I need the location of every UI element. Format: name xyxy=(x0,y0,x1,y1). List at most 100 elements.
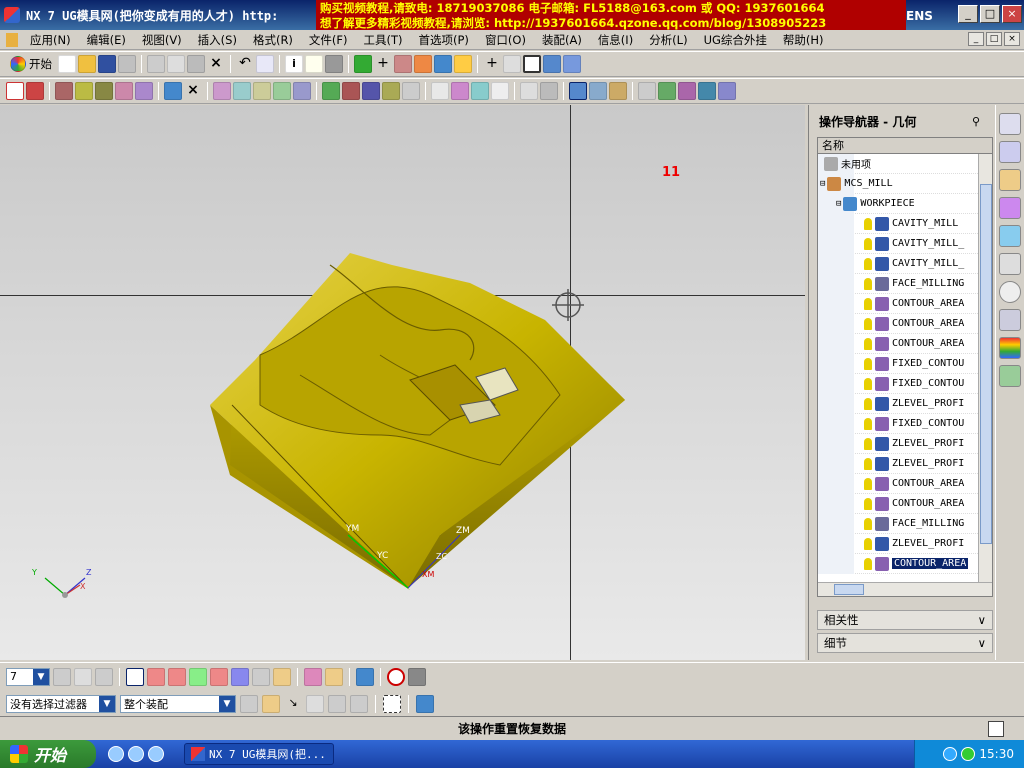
doc-minimize-button[interactable]: _ xyxy=(968,32,984,46)
menu-file[interactable]: 文件(F) xyxy=(301,32,356,48)
sphere-icon[interactable] xyxy=(434,55,452,73)
cylinder-icon[interactable] xyxy=(563,55,581,73)
tree-row[interactable]: ZLEVEL_PROFI xyxy=(818,454,992,474)
block-icon[interactable] xyxy=(543,55,561,73)
menu-assembly[interactable]: 装配(A) xyxy=(534,32,590,48)
rotate-view-icon[interactable] xyxy=(74,667,92,686)
accordion-dependencies[interactable]: 相关性 ∨ xyxy=(817,610,993,630)
tree-row[interactable]: CAVITY_MILL_ xyxy=(818,234,992,254)
menu-analysis[interactable]: 分析(L) xyxy=(641,32,695,48)
operation-icon[interactable] xyxy=(471,82,489,100)
curve-rule-icon[interactable] xyxy=(328,695,346,713)
general-select-icon[interactable] xyxy=(240,695,258,713)
cue-icon[interactable] xyxy=(325,55,343,73)
doc-restore-button[interactable]: □ xyxy=(986,32,1002,46)
datum-icon[interactable] xyxy=(394,55,412,73)
mold-model[interactable]: YM YC ZM ZC XM Y Z X xyxy=(0,105,805,660)
resource-web-icon[interactable] xyxy=(999,225,1021,247)
create-tool-icon[interactable] xyxy=(75,82,93,100)
navigator-tree[interactable]: 名称 未用项 ⊟ MCS_MILL ⊟ WORKPIECE CAVITY_MILL CAVI… xyxy=(817,137,993,597)
shaded-icon[interactable] xyxy=(354,55,372,73)
column-header-name[interactable]: 名称 xyxy=(818,138,992,154)
menu-insert[interactable]: 插入(S) xyxy=(190,32,245,48)
grid-icon[interactable] xyxy=(408,667,426,686)
menu-tools[interactable]: 工具(T) xyxy=(356,32,411,48)
cut-icon[interactable] xyxy=(147,55,165,73)
tree-row[interactable]: FACE_MILLING xyxy=(818,514,992,534)
machine-view-icon[interactable] xyxy=(342,82,360,100)
body-icon[interactable] xyxy=(698,82,716,100)
snap-center-icon[interactable] xyxy=(231,667,249,686)
part-icon[interactable] xyxy=(414,55,432,73)
box-select-icon[interactable] xyxy=(383,695,401,713)
menu-preferences[interactable]: 首选项(P) xyxy=(411,32,477,48)
scope-select[interactable]: 整个装配 ▼ xyxy=(120,695,236,713)
resource-list-icon[interactable] xyxy=(999,309,1021,331)
start-button[interactable]: 开始 xyxy=(6,56,56,72)
tree-row[interactable]: CAVITY_MILL xyxy=(818,214,992,234)
maximize-button[interactable]: □ xyxy=(980,5,1000,23)
plus-point-icon[interactable]: + xyxy=(374,55,392,73)
menu-edit[interactable]: 编辑(E) xyxy=(79,32,134,48)
navigator-method-icon[interactable] xyxy=(589,82,607,100)
resource-roles-icon[interactable] xyxy=(999,365,1021,387)
resource-constraint-icon[interactable] xyxy=(999,169,1021,191)
tree-vertical-scrollbar[interactable] xyxy=(978,154,992,582)
save-icon[interactable] xyxy=(98,55,116,73)
tree-row[interactable]: 未用项 xyxy=(818,154,992,174)
tree-row[interactable]: FACE_MILLING xyxy=(818,274,992,294)
undo-icon[interactable]: ↶ xyxy=(236,55,254,73)
create-geometry-icon[interactable] xyxy=(95,82,113,100)
workpiece-icon[interactable] xyxy=(164,82,182,100)
face-rule-icon[interactable] xyxy=(306,695,324,713)
copy-icon[interactable] xyxy=(167,55,185,73)
tree-row[interactable]: ⊟ WORKPIECE xyxy=(818,194,992,214)
tree-row[interactable]: ZLEVEL_PROFI xyxy=(818,534,992,554)
line-icon[interactable] xyxy=(503,55,521,73)
snap-point-icon[interactable] xyxy=(262,695,280,713)
create-operation-icon[interactable] xyxy=(135,82,153,100)
tree-row[interactable]: ⊟ MCS_MILL xyxy=(818,174,992,194)
program-view-icon[interactable] xyxy=(322,82,340,100)
tree-row[interactable]: CONTOUR_AREA xyxy=(818,474,992,494)
postprocess-icon[interactable] xyxy=(293,82,311,100)
minimize-button[interactable]: _ xyxy=(958,5,978,23)
tree-row[interactable]: FIXED_CONTOU xyxy=(818,374,992,394)
display-icon[interactable] xyxy=(491,82,509,100)
info-icon[interactable]: i xyxy=(285,55,303,73)
menu-window[interactable]: 窗口(O) xyxy=(477,32,534,48)
layer-icon[interactable] xyxy=(718,82,736,100)
tree-row[interactable]: CONTOUR_AREA xyxy=(818,334,992,354)
tree-row[interactable]: FIXED_CONTOU xyxy=(818,414,992,434)
tree-horizontal-scrollbar[interactable] xyxy=(818,582,992,596)
type-filter-select[interactable]: 没有选择过滤器 ▼ xyxy=(6,695,116,713)
chain-icon[interactable] xyxy=(350,695,368,713)
pin-icon[interactable]: ⚲ xyxy=(972,115,984,128)
face-icon[interactable] xyxy=(678,82,696,100)
resource-navigator-icon[interactable] xyxy=(999,113,1021,135)
selection-cube-icon[interactable] xyxy=(416,695,434,713)
layer-selector[interactable]: 7 ▼ xyxy=(6,667,50,686)
color-icon[interactable] xyxy=(454,55,472,73)
snap-midpoint-icon[interactable] xyxy=(168,667,186,686)
resource-history-icon[interactable] xyxy=(999,197,1021,219)
feature-icon[interactable] xyxy=(658,82,676,100)
close-button[interactable]: × xyxy=(1002,5,1022,23)
pan-view-icon[interactable] xyxy=(95,667,113,686)
collapse-icon[interactable]: ⊟ xyxy=(836,199,841,209)
cam-display-icon[interactable] xyxy=(26,82,44,100)
object-icon[interactable] xyxy=(540,82,558,100)
orient-view-icon[interactable] xyxy=(53,667,71,686)
replay-path-icon[interactable] xyxy=(233,82,251,100)
list-path-icon[interactable] xyxy=(253,82,271,100)
delete-icon[interactable]: × xyxy=(207,55,225,73)
wcs-icon[interactable] xyxy=(356,667,374,686)
snap-endpoint-icon[interactable] xyxy=(147,667,165,686)
rectangle-icon[interactable] xyxy=(523,55,541,73)
graphics-viewport[interactable]: 11 YM YC ZM ZC XM Y Z X xyxy=(0,105,805,660)
tray-network-icon[interactable] xyxy=(961,747,976,761)
help-icon[interactable] xyxy=(305,55,323,73)
ie-icon[interactable] xyxy=(108,746,124,762)
menu-information[interactable]: 信息(I) xyxy=(590,32,641,48)
tree-row[interactable]: ZLEVEL_PROFI xyxy=(818,434,992,454)
